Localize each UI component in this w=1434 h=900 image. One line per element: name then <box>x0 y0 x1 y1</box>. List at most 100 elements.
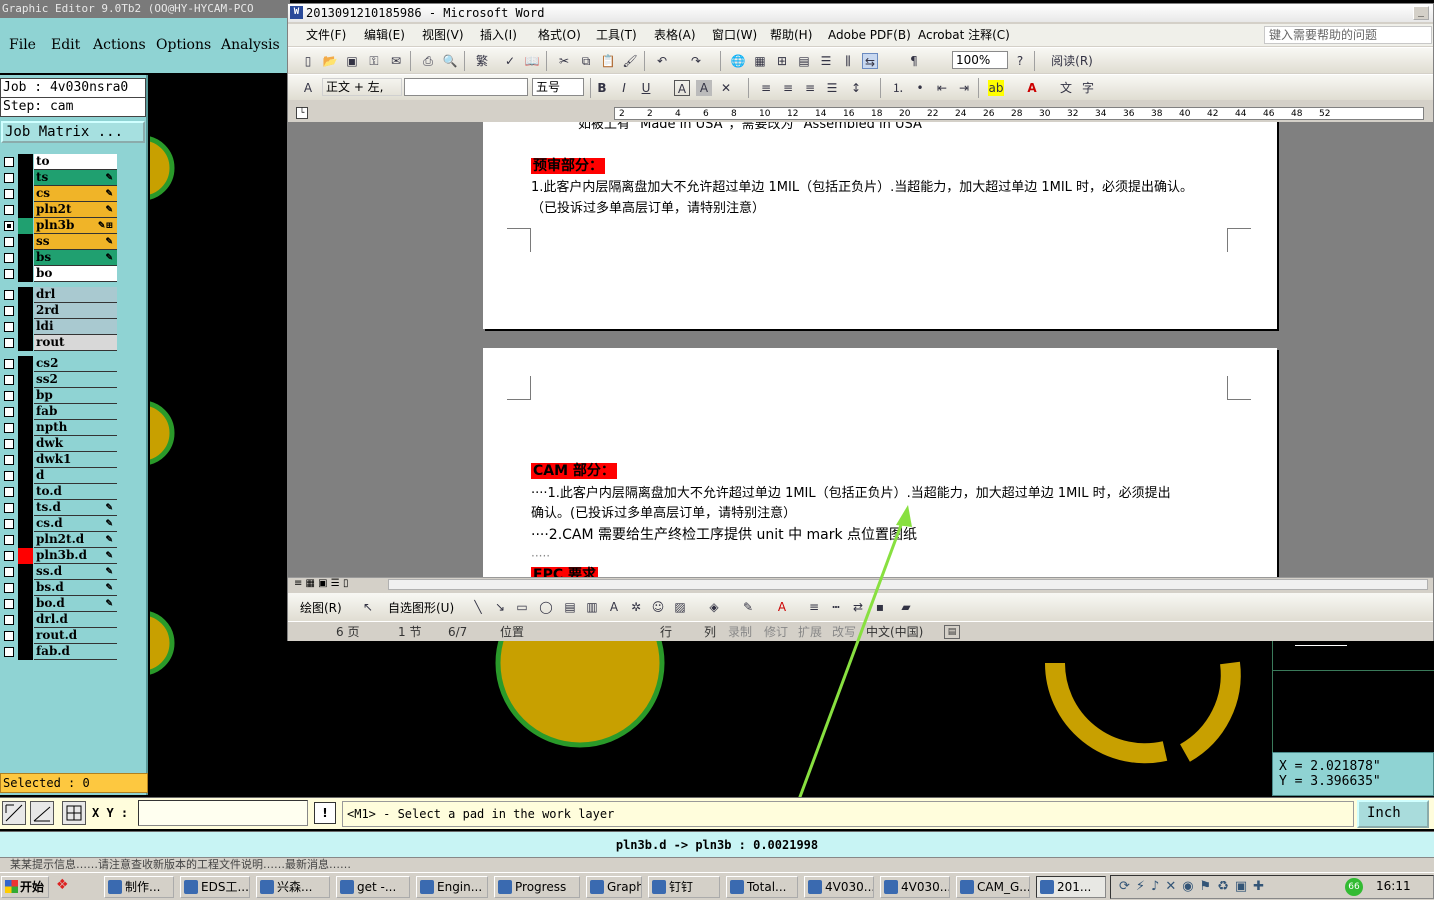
layer-row-ss[interactable]: ss ✎ <box>0 234 120 250</box>
clipart-icon[interactable]: ☺ <box>650 599 666 615</box>
taskbar-item[interactable]: 201... <box>1036 876 1106 898</box>
print-preview-icon[interactable]: 🔍 <box>442 53 458 69</box>
align-center-icon[interactable]: ≡ <box>780 80 796 96</box>
layer-name[interactable]: fab <box>34 404 117 420</box>
layer-name[interactable]: to.d <box>34 484 117 500</box>
layer-checkbox[interactable] <box>4 583 14 593</box>
layer-name[interactable]: ss.d ✎ <box>34 564 117 580</box>
layer-row-bs[interactable]: bs ✎ <box>0 250 120 266</box>
layer-name[interactable]: dwk <box>34 436 117 452</box>
underline-icon[interactable]: U <box>638 80 654 96</box>
layer-row-cs[interactable]: cs ✎ <box>0 186 120 202</box>
tray-badge-icon[interactable]: 66 <box>1345 878 1363 896</box>
layer-row-bs-d[interactable]: bs.d ✎ <box>0 580 120 596</box>
new-document-icon[interactable]: ▯ <box>300 53 316 69</box>
layer-row-2rd[interactable]: 2rd <box>0 303 120 319</box>
layer-name[interactable]: 2rd <box>34 303 117 319</box>
line-color-icon[interactable]: ✎ <box>740 599 756 615</box>
layer-row-drl-d[interactable]: drl.d <box>0 612 120 628</box>
layer-swatch[interactable] <box>18 436 33 452</box>
layer-name[interactable]: rout <box>34 335 117 351</box>
layer-swatch[interactable] <box>18 532 33 548</box>
spelling-icon[interactable]: ✓ <box>502 53 518 69</box>
layer-swatch[interactable] <box>18 202 33 218</box>
layer-name[interactable]: cs.d ✎ <box>34 516 117 532</box>
word-menu-adobe-pdf[interactable]: Adobe PDF(B) <box>828 24 911 46</box>
layer-checkbox[interactable] <box>4 173 14 183</box>
layer-name[interactable]: dwk1 <box>34 452 117 468</box>
align-left-icon[interactable]: ≡ <box>758 80 774 96</box>
style-select[interactable]: 正文 + 左, <box>322 78 402 96</box>
layer-swatch[interactable] <box>18 388 33 404</box>
layer-checkbox[interactable] <box>4 157 14 167</box>
layer-name[interactable]: d <box>34 468 117 484</box>
phonetic-guide-icon[interactable]: 文 <box>1058 80 1074 96</box>
layer-row-bp[interactable]: bp <box>0 388 120 404</box>
chinese-convert-icon[interactable]: 繁 <box>474 53 490 69</box>
word-menu-view[interactable]: 视图(V) <box>422 24 464 46</box>
layer-name[interactable]: bp <box>34 388 117 404</box>
enclose-chars-icon[interactable]: 字 <box>1080 80 1096 96</box>
word-menu-window[interactable]: 窗口(W) <box>712 24 757 46</box>
word-menu-format[interactable]: 格式(O) <box>538 24 581 46</box>
increase-indent-icon[interactable]: ⇥ <box>956 80 972 96</box>
undo-icon[interactable]: ↶ <box>654 53 670 69</box>
highlight-icon[interactable]: ab <box>988 80 1004 96</box>
layer-swatch[interactable] <box>18 628 33 644</box>
layer-swatch[interactable] <box>18 404 33 420</box>
layer-swatch[interactable] <box>18 170 33 186</box>
word-menu-file[interactable]: 文件(F) <box>306 24 346 46</box>
layer-name[interactable]: pln3b ✎⊞ <box>34 218 117 234</box>
layer-name[interactable]: bs.d ✎ <box>34 580 117 596</box>
save-icon[interactable]: ▣ <box>344 53 360 69</box>
permission-icon[interactable]: ⚿ <box>366 53 382 69</box>
layer-checkbox[interactable] <box>4 221 14 231</box>
word-menu-acrobat[interactable]: Acrobat 注释(C) <box>918 24 1010 46</box>
tab-selector-icon[interactable]: └ <box>296 107 308 119</box>
menu-actions[interactable]: Actions <box>93 37 146 53</box>
layer-row-rout-d[interactable]: rout.d <box>0 628 120 644</box>
taskbar-item[interactable]: Total... <box>726 876 798 898</box>
layer-row-rout[interactable]: rout <box>0 335 120 351</box>
font-select[interactable] <box>404 78 528 96</box>
layer-row-ss-d[interactable]: ss.d ✎ <box>0 564 120 580</box>
layer-name[interactable]: pln2t ✎ <box>34 202 117 218</box>
layer-swatch[interactable] <box>18 500 33 516</box>
layer-swatch[interactable] <box>18 612 33 628</box>
insert-excel-icon[interactable]: ▤ <box>796 53 812 69</box>
layer-checkbox[interactable] <box>4 551 14 561</box>
redo-icon[interactable]: ↷ <box>688 53 704 69</box>
layer-row-ts-d[interactable]: ts.d ✎ <box>0 500 120 516</box>
menu-file[interactable]: File <box>9 37 36 53</box>
layer-name[interactable]: cs2 <box>34 356 117 372</box>
textbox-icon[interactable]: ▤ <box>562 599 578 615</box>
layer-name[interactable]: npth <box>34 420 117 436</box>
layer-swatch[interactable] <box>18 484 33 500</box>
ruler[interactable]: └ 2 2 4 6 8 10 12 14 16 18 20 22 24 26 28 30 32 34 36 38 40 4… <box>288 102 1433 122</box>
layer-checkbox[interactable] <box>4 439 14 449</box>
taskbar-item[interactable]: 钉钉 <box>648 876 720 898</box>
layer-checkbox[interactable] <box>4 487 14 497</box>
layer-swatch[interactable] <box>18 372 33 388</box>
vertical-textbox-icon[interactable]: ▥ <box>584 599 600 615</box>
layer-row-ss2[interactable]: ss2 <box>0 372 120 388</box>
layer-swatch[interactable] <box>18 266 33 282</box>
minimize-button[interactable]: _ <box>1413 6 1429 20</box>
measure-icon[interactable] <box>30 801 54 825</box>
layer-checkbox[interactable] <box>4 631 14 641</box>
layer-checkbox[interactable] <box>4 407 14 417</box>
taskbar-item[interactable]: 制作... <box>104 876 174 898</box>
format-painter-icon[interactable]: 🖌 <box>622 53 638 69</box>
layer-checkbox[interactable] <box>4 471 14 481</box>
paste-icon[interactable]: 📋 <box>600 53 616 69</box>
layer-checkbox[interactable] <box>4 205 14 215</box>
layer-swatch[interactable] <box>18 564 33 580</box>
layer-name[interactable]: ts ✎ <box>34 170 117 186</box>
drawing-icon[interactable]: ⫼ <box>840 53 856 69</box>
research-icon[interactable]: 📖 <box>524 53 540 69</box>
layer-checkbox[interactable] <box>4 503 14 513</box>
layer-checkbox[interactable] <box>4 269 14 279</box>
word-menu-help[interactable]: 帮助(H) <box>770 24 812 46</box>
layer-row-cs2[interactable]: cs2 <box>0 356 120 372</box>
layer-row-bo[interactable]: bo <box>0 266 120 282</box>
